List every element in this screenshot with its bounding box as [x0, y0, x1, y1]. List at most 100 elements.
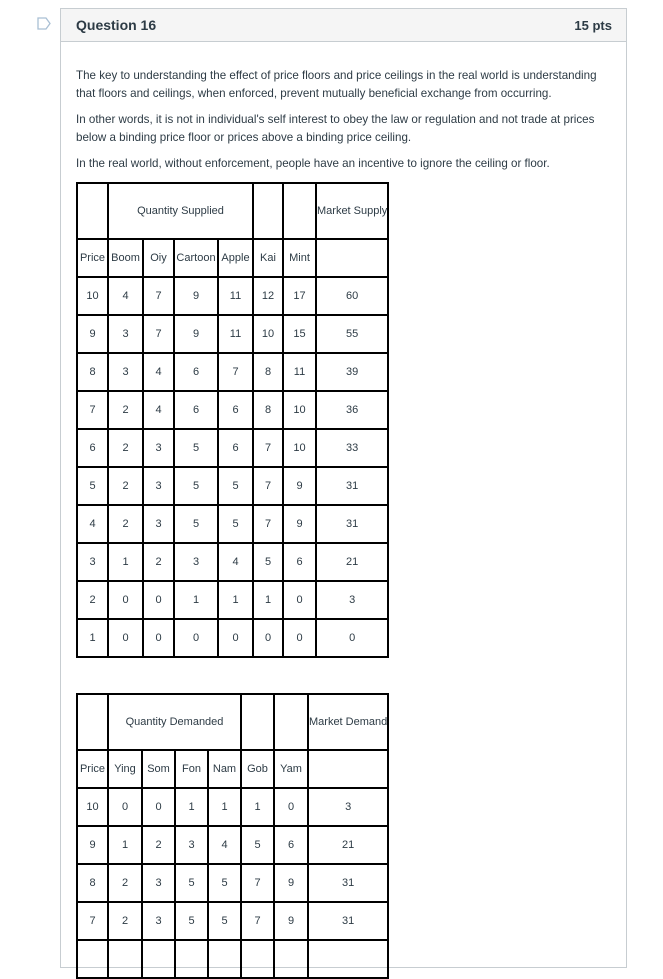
column-header: Price: [76, 749, 109, 789]
price-cell: 1: [76, 618, 109, 658]
quantity-cell: 7: [240, 863, 275, 903]
table-row: 4 2 3 5 5 7 9 31: [76, 504, 390, 544]
table-row: 6 2 3 5 6 7 10 33: [76, 428, 390, 468]
quantity-cell: 5: [252, 542, 284, 582]
price-cell: 6: [76, 428, 109, 468]
quantity-cell: 39: [314, 352, 390, 392]
quantity-cell: 11: [217, 276, 254, 316]
market-demand-header: Market Demand: [306, 693, 390, 751]
quantity-cell: 9: [273, 863, 309, 903]
empty-header-cell: [282, 182, 317, 240]
quantity-cell: 1: [240, 787, 275, 827]
quantity-cell: 3: [107, 314, 144, 354]
quantity-cell: 1: [107, 542, 144, 582]
quantity-cell: 7: [142, 276, 175, 316]
quantity-cell: 9: [282, 466, 317, 506]
quantity-cell: 11: [217, 314, 254, 354]
column-header: Oiy: [142, 238, 175, 278]
table-row: 5 2 3 5 5 7 9 31: [76, 466, 390, 506]
quantity-cell: 1: [252, 580, 284, 620]
price-cell: [76, 939, 109, 979]
quantity-cell: 1: [107, 825, 143, 865]
quantity-cell: 0: [173, 618, 219, 658]
column-header: Gob: [240, 749, 275, 789]
quantity-cell: 0: [142, 580, 175, 620]
empty-header-cell: [252, 182, 284, 240]
price-cell: 8: [76, 352, 109, 392]
price-cell: 7: [76, 390, 109, 430]
quantity-cell: 5: [207, 863, 242, 903]
quantity-cell: [240, 939, 275, 979]
quantity-cell: 1: [174, 787, 209, 827]
quantity-cell: 2: [107, 863, 143, 903]
quantity-cell: 0: [107, 580, 144, 620]
quantity-cell: 0: [141, 787, 176, 827]
column-header: Apple: [217, 238, 254, 278]
quantity-cell: 2: [107, 901, 143, 941]
column-header: Mint: [282, 238, 317, 278]
quantity-supplied-header: Quantity Supplied: [107, 182, 254, 240]
quantity-cell: 0: [107, 787, 143, 827]
table-row: 9 1 2 3 4 5 6 21: [76, 825, 390, 865]
quantity-cell: 0: [142, 618, 175, 658]
column-header: [306, 749, 390, 789]
column-header: Boom: [107, 238, 144, 278]
quantity-cell: 8: [252, 352, 284, 392]
quantity-cell: 7: [252, 466, 284, 506]
quantity-cell: 10: [282, 390, 317, 430]
column-header-row: Price Boom Oiy Cartoon Apple Kai Mint: [76, 238, 390, 278]
quantity-cell: 5: [217, 504, 254, 544]
quantity-cell: 5: [174, 863, 209, 903]
quantity-cell: 31: [306, 901, 390, 941]
quantity-cell: [107, 939, 143, 979]
quantity-cell: 0: [282, 580, 317, 620]
column-header: Fon: [174, 749, 209, 789]
quantity-cell: [174, 939, 209, 979]
table-row: 20011103: [76, 580, 390, 620]
quantity-cell: 0: [273, 787, 309, 827]
quantity-cell: 0: [314, 618, 390, 658]
quantity-cell: 21: [314, 542, 390, 582]
question-header: Question 16 15 pts: [61, 9, 626, 42]
table-row: [76, 939, 390, 979]
quantity-cell: 7: [252, 504, 284, 544]
quantity-cell: 3: [142, 504, 175, 544]
quantity-cell: 3: [306, 787, 390, 827]
table-row: 10 4 7 9 11 12 17 60: [76, 276, 390, 316]
quantity-cell: 6: [173, 390, 219, 430]
quantity-cell: 3: [314, 580, 390, 620]
quantity-demanded-header: Quantity Demanded: [107, 693, 242, 751]
bookmark-flag-icon[interactable]: [37, 17, 51, 30]
quantity-cell: 7: [217, 352, 254, 392]
price-cell: 2: [76, 580, 109, 620]
quantity-cell: 3: [141, 901, 176, 941]
quantity-cell: 4: [107, 276, 144, 316]
quantity-cell: 12: [252, 276, 284, 316]
quantity-cell: 10: [252, 314, 284, 354]
quantity-cell: 11: [282, 352, 317, 392]
quantity-cell: 4: [207, 825, 242, 865]
quantity-cell: 3: [141, 863, 176, 903]
quantity-cell: [306, 939, 390, 979]
column-header: Yam: [273, 749, 309, 789]
quantity-cell: 2: [142, 542, 175, 582]
quantity-cell: 21: [306, 825, 390, 865]
quantity-cell: [273, 939, 309, 979]
quantity-cell: 1: [217, 580, 254, 620]
quantity-cell: 1: [173, 580, 219, 620]
quantity-cell: [141, 939, 176, 979]
empty-header-cell: [240, 693, 275, 751]
quantity-cell: 31: [314, 504, 390, 544]
quantity-cell: 1: [207, 787, 242, 827]
price-cell: 4: [76, 504, 109, 544]
quantity-cell: 5: [173, 504, 219, 544]
quantity-cell: 5: [207, 901, 242, 941]
table-row: 7 2 4 6 6 8 10 36: [76, 390, 390, 430]
column-header-row: Price Ying Som Fon Nam Gob Yam: [76, 749, 390, 789]
empty-header-cell: [76, 182, 109, 240]
empty-header-cell: [273, 693, 309, 751]
quantity-cell: 6: [173, 352, 219, 392]
quantity-cell: 0: [107, 618, 144, 658]
quantity-cell: 2: [107, 504, 144, 544]
quantity-cell: 9: [173, 314, 219, 354]
